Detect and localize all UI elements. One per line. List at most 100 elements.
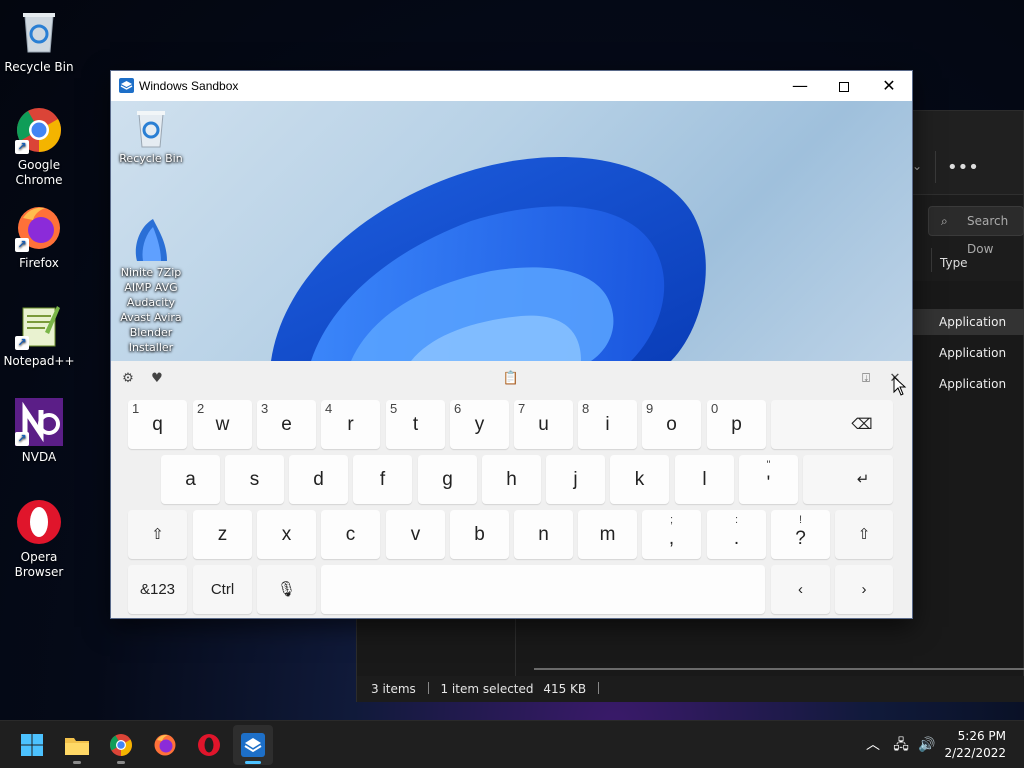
search-input[interactable]: ⌕ Search Dow xyxy=(928,206,1024,256)
key-ctrl[interactable]: Ctrl xyxy=(193,565,252,614)
desktop-icon-label: Google Chrome xyxy=(15,158,63,187)
maximize-button[interactable] xyxy=(821,71,867,101)
key-arrow-right[interactable]: › xyxy=(835,565,893,614)
desktop-icon-recycle-bin[interactable]: Recycle Bin xyxy=(0,8,78,75)
key-a[interactable]: a xyxy=(161,455,220,504)
explorer-status-bar: 3 items 1 item selected 415 KB xyxy=(357,676,1024,702)
taskbar: ︿ 🖧 🔊 5:26 PM 2/22/2022 xyxy=(0,720,1024,768)
key-w[interactable]: 2w xyxy=(193,400,252,449)
key-space[interactable] xyxy=(321,565,765,614)
opera-icon xyxy=(15,498,63,546)
key-j[interactable]: j xyxy=(546,455,605,504)
shift-icon: ⇧ xyxy=(151,526,164,543)
dock-keyboard-icon[interactable]: ⍗ xyxy=(855,369,877,389)
key-r[interactable]: 4r xyxy=(321,400,380,449)
desktop-icon-label: NVDA xyxy=(21,450,57,464)
key-o[interactable]: 9o xyxy=(642,400,701,449)
key-period[interactable]: :. xyxy=(707,510,766,559)
network-icon[interactable]: 🖧 xyxy=(890,721,912,768)
volume-icon[interactable]: 🔊 xyxy=(916,721,938,768)
key-s[interactable]: s xyxy=(225,455,284,504)
key-arrow-left[interactable]: ‹ xyxy=(771,565,830,614)
file-row[interactable]: Application xyxy=(913,309,1024,335)
key-label: j xyxy=(573,469,578,490)
key-q[interactable]: 1q xyxy=(128,400,187,449)
desktop-icon-nvda[interactable]: ↗ NVDA xyxy=(0,398,78,465)
shortcut-arrow-icon: ↗ xyxy=(15,140,29,154)
sandbox-icon-ninite-installer[interactable]: Ninite 7Zip AIMP AVG Audacity Avast Avir… xyxy=(111,217,191,355)
taskbar-chrome[interactable] xyxy=(101,725,141,765)
key-backspace[interactable]: ⌫ xyxy=(771,400,893,449)
key-enter[interactable]: ↵ xyxy=(803,455,893,504)
status-separator xyxy=(427,682,429,694)
key-c[interactable]: c xyxy=(321,510,380,559)
key-shift-right[interactable]: ⇧ xyxy=(835,510,893,559)
key-f[interactable]: f xyxy=(353,455,412,504)
taskbar-firefox[interactable] xyxy=(145,725,185,765)
file-row[interactable]: Application xyxy=(913,371,1024,397)
desktop-icon-label: Opera Browser xyxy=(14,550,64,579)
key-t[interactable]: 5t xyxy=(386,400,445,449)
emoji-favorites-icon[interactable]: ♥ xyxy=(146,369,168,389)
start-button[interactable] xyxy=(12,725,52,765)
key-u[interactable]: 7u xyxy=(514,400,573,449)
key-label: g xyxy=(442,469,453,490)
settings-gear-icon[interactable]: ⚙ xyxy=(117,369,139,389)
key-n[interactable]: n xyxy=(514,510,573,559)
clipboard-icon[interactable]: 📋 xyxy=(500,369,522,389)
horizontal-scrollbar[interactable] xyxy=(534,668,1024,670)
key-v[interactable]: v xyxy=(386,510,445,559)
shift-icon: ⇧ xyxy=(857,526,871,543)
key-b[interactable]: b xyxy=(450,510,509,559)
shortcut-arrow-icon: ↗ xyxy=(15,432,29,446)
key-l[interactable]: l xyxy=(675,455,734,504)
chevron-down-icon[interactable]: ⌄ xyxy=(912,159,922,173)
key-d[interactable]: d xyxy=(289,455,348,504)
key-p[interactable]: 0p xyxy=(707,400,766,449)
desktop-icon-notepad-plus-plus[interactable]: ↗ Notepad++ xyxy=(0,302,78,369)
windows-sandbox-window[interactable]: Windows Sandbox — ✕ Recycle Bin Ninite 7… xyxy=(110,70,913,619)
sandbox-icon-recycle-bin[interactable]: Recycle Bin xyxy=(111,107,191,166)
key-k[interactable]: k xyxy=(610,455,669,504)
key-label: v xyxy=(410,524,421,545)
taskbar-opera[interactable] xyxy=(189,725,229,765)
key-apostrophe[interactable]: " ' xyxy=(739,455,798,504)
ninite-icon xyxy=(129,217,173,263)
show-hidden-icons-button[interactable]: ︿ xyxy=(862,721,884,768)
key-question-mark[interactable]: !? xyxy=(771,510,830,559)
key-z[interactable]: z xyxy=(193,510,252,559)
minimize-icon: — xyxy=(792,76,808,95)
key-label: k xyxy=(634,469,645,490)
running-indicator xyxy=(117,761,125,764)
key-symbols-numbers[interactable]: &123 xyxy=(128,565,187,614)
running-indicator xyxy=(73,761,81,764)
key-y[interactable]: 6y xyxy=(450,400,509,449)
key-x[interactable]: x xyxy=(257,510,316,559)
close-button[interactable]: ✕ xyxy=(866,71,912,101)
title-bar[interactable]: Windows Sandbox — ✕ xyxy=(111,71,912,101)
key-g[interactable]: g xyxy=(418,455,477,504)
clock[interactable]: 5:26 PM 2/22/2022 xyxy=(944,728,1006,762)
file-type-cell: Application xyxy=(939,315,1007,329)
key-label: a xyxy=(185,469,196,490)
more-options-icon[interactable]: ••• xyxy=(947,157,979,178)
taskbar-file-explorer[interactable] xyxy=(57,725,97,765)
key-shift-left[interactable]: ⇧ xyxy=(128,510,187,559)
folder-icon xyxy=(65,738,89,755)
column-header-type[interactable]: Type xyxy=(940,256,968,270)
key-e[interactable]: 3e xyxy=(257,400,316,449)
key-comma[interactable]: ;, xyxy=(642,510,701,559)
taskbar-windows-sandbox[interactable] xyxy=(233,725,273,765)
key-i[interactable]: 8i xyxy=(578,400,637,449)
desktop-icon-google-chrome[interactable]: ↗ Google Chrome xyxy=(0,106,78,188)
desktop-icon-opera-browser[interactable]: Opera Browser xyxy=(0,498,78,580)
file-row[interactable]: Application xyxy=(913,340,1024,366)
key-h[interactable]: h xyxy=(482,455,541,504)
minimize-button[interactable]: — xyxy=(777,71,823,101)
sandbox-icon-label: Ninite 7Zip AIMP AVG Audacity Avast Avir… xyxy=(120,266,182,354)
key-m[interactable]: m xyxy=(578,510,637,559)
desktop-icon-firefox[interactable]: ↗ Firefox xyxy=(0,204,78,271)
key-label: e xyxy=(281,414,292,435)
key-microphone[interactable]: 🎙 xyxy=(257,565,316,614)
sandbox-icon-label: Recycle Bin xyxy=(119,152,183,165)
